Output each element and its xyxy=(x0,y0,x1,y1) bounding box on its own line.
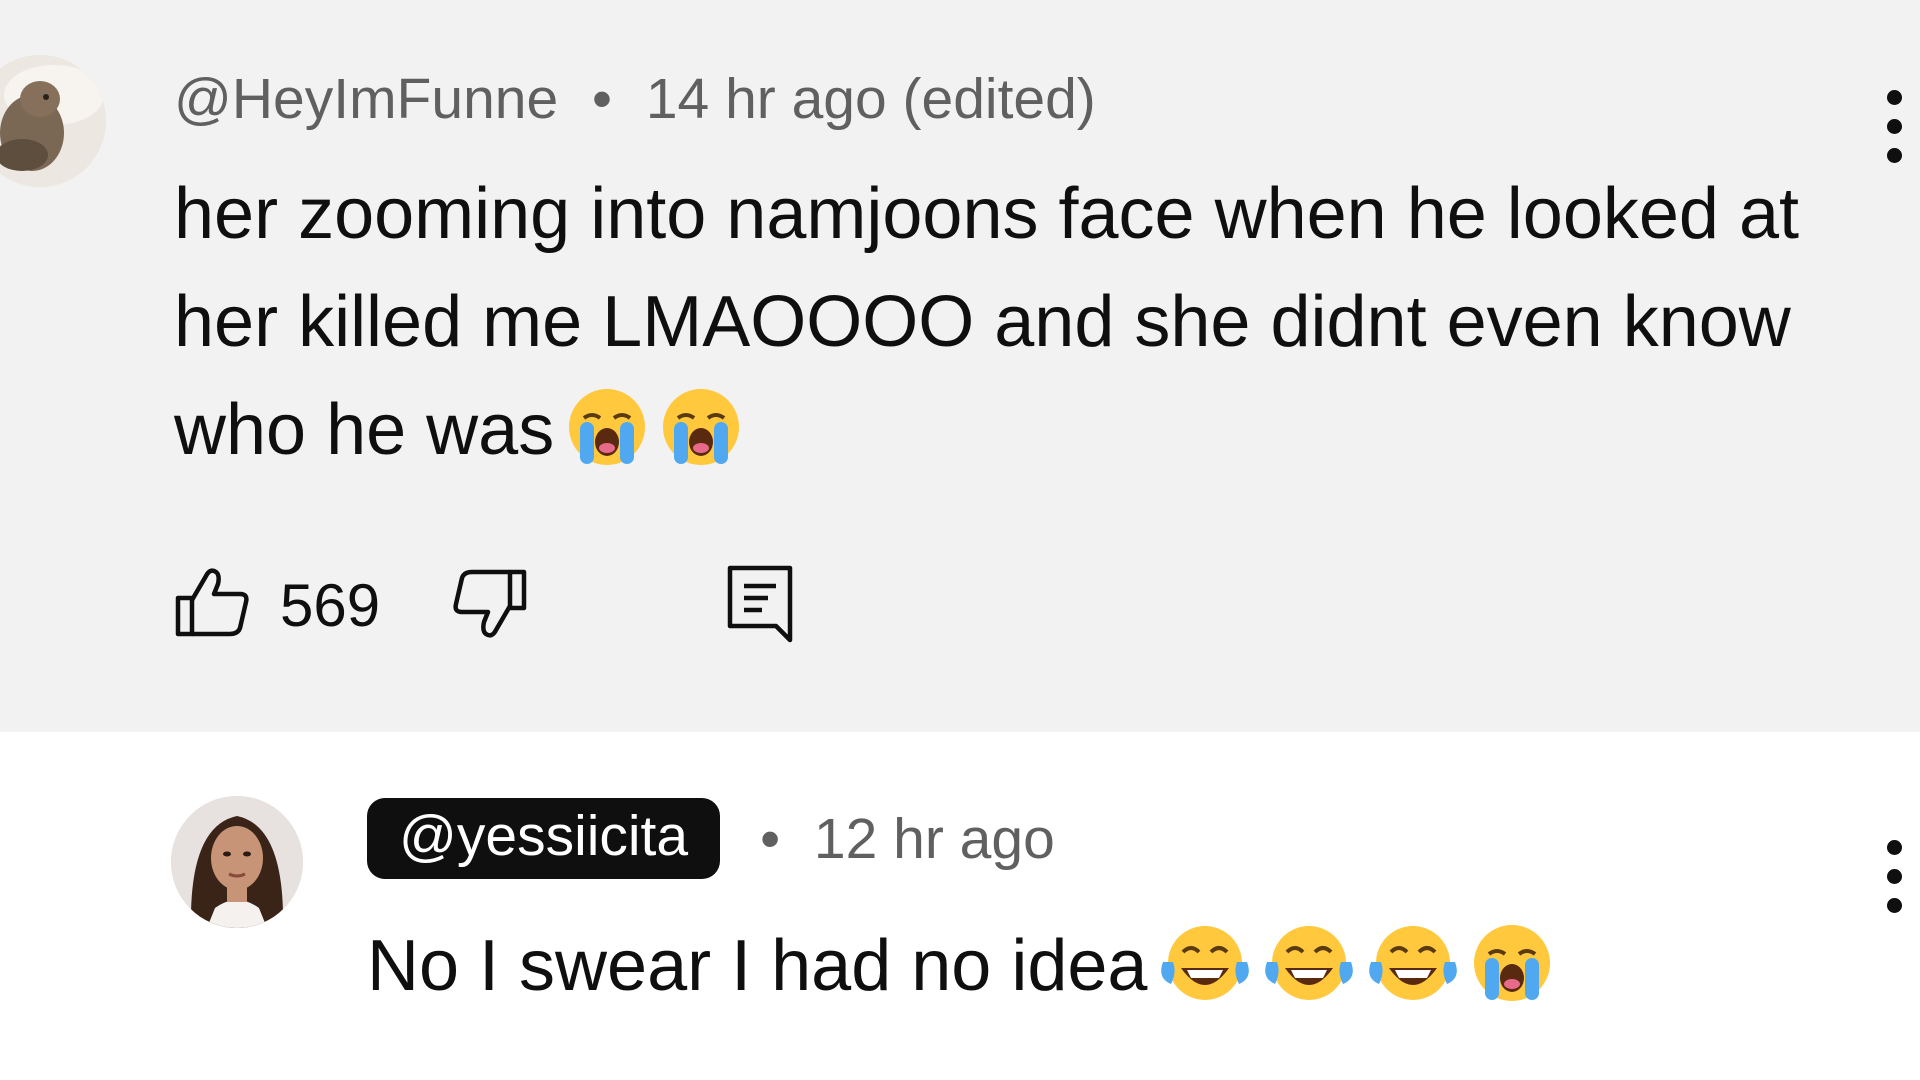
comment-item: @HeyImFunne • 14 hr ago (edited) her zoo… xyxy=(0,0,1920,732)
comment-text-content: her zooming into namjoons face when he l… xyxy=(174,174,1800,470)
comment-item: @yessiicita • 12 hr ago No I swear I had… xyxy=(0,732,1920,1080)
comment-reply-icon[interactable] xyxy=(724,562,796,649)
more-vertical-icon[interactable] xyxy=(1882,832,1908,922)
meta-separator: • xyxy=(760,806,781,871)
comment-meta: @yessiicita • 12 hr ago xyxy=(367,798,1055,879)
comment-text: her zooming into namjoons face when he l… xyxy=(174,160,1894,498)
loudly-crying-face-icon xyxy=(566,386,648,498)
thumbs-down-icon[interactable] xyxy=(450,564,528,647)
loudly-crying-face-icon xyxy=(660,386,742,498)
author-handle-badge[interactable]: @yessiicita xyxy=(367,798,721,879)
face-with-tears-of-joy-icon xyxy=(1159,922,1251,1034)
meta-separator: • xyxy=(592,67,612,131)
comment-meta: @HeyImFunne • 14 hr ago (edited) xyxy=(174,66,1096,132)
author-handle[interactable]: @HeyImFunne xyxy=(174,67,558,131)
comment-timestamp: 12 hr ago xyxy=(813,806,1055,871)
comment-text-content: No I swear I had no idea xyxy=(367,926,1148,1006)
comment-timestamp-wrapper: • 12 hr ago xyxy=(742,806,1055,872)
more-vertical-icon[interactable] xyxy=(1882,82,1908,172)
like-count: 569 xyxy=(280,571,381,639)
avatar[interactable] xyxy=(0,55,106,187)
comment-actions: 569 xyxy=(174,560,796,650)
comment-timestamp: 14 hr ago (edited) xyxy=(645,67,1096,131)
comment-text: No I swear I had no idea xyxy=(367,912,1553,1034)
loudly-crying-face-icon xyxy=(1471,922,1553,1034)
avatar[interactable] xyxy=(171,796,303,928)
face-with-tears-of-joy-icon xyxy=(1367,922,1459,1034)
face-with-tears-of-joy-icon xyxy=(1263,922,1355,1034)
thumbs-up-icon[interactable] xyxy=(174,564,252,647)
